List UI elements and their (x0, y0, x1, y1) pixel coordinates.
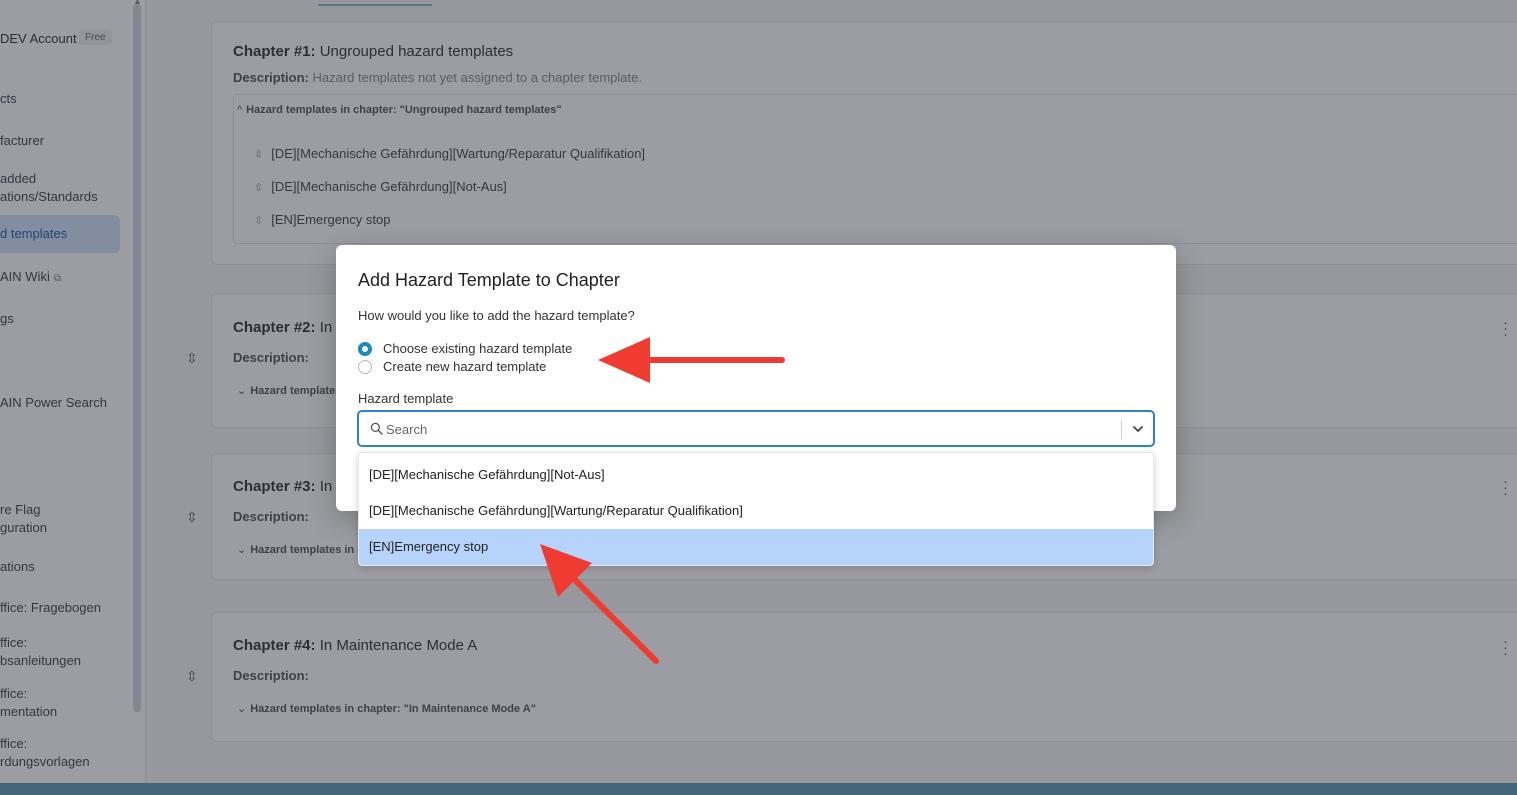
radio-label: Create new hazard template (383, 359, 547, 374)
dropdown-option[interactable]: [DE][Mechanische Gefährdung][Wartung/Rep… (359, 493, 1153, 529)
hazard-template-label: Hazard template (358, 391, 454, 406)
dropdown-option-highlighted[interactable]: [EN]Emergency stop (359, 529, 1153, 565)
hazard-template-dropdown: [DE][Mechanische Gefährdung][Not-Aus] [D… (358, 452, 1154, 566)
dropdown-option[interactable]: [DE][Mechanische Gefährdung][Not-Aus] (359, 457, 1153, 493)
radio-label: Choose existing hazard template (383, 341, 573, 356)
radio-button[interactable] (358, 359, 372, 374)
radio-button-checked[interactable] (358, 341, 372, 356)
dialog-question: How would you like to add the hazard tem… (358, 308, 635, 323)
radio-choose-existing[interactable]: Choose existing hazard template (358, 341, 572, 356)
radio-create-new[interactable]: Create new hazard template (358, 359, 546, 374)
dialog-title: Add Hazard Template to Chapter (358, 270, 620, 290)
search-icon (370, 422, 383, 435)
hazard-template-select[interactable] (358, 411, 1154, 446)
select-separator (1121, 420, 1122, 440)
search-input[interactable] (386, 419, 1086, 439)
chevron-down-icon[interactable] (1131, 422, 1145, 436)
